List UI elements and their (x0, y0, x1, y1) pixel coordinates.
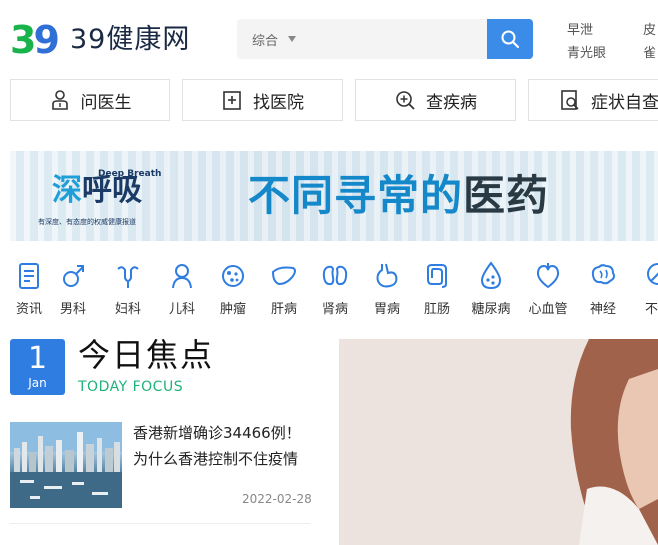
search-input[interactable] (307, 25, 477, 53)
news-date: 2022-02-28 (242, 492, 312, 506)
category-intestine[interactable]: 肛肠 (410, 260, 464, 317)
category-brain[interactable]: 神经 (576, 260, 630, 317)
category-label: 心血管 (528, 302, 568, 317)
male-icon (63, 265, 84, 287)
divider (10, 523, 310, 524)
tumor-icon (222, 265, 244, 287)
diabetes-icon (480, 261, 502, 290)
category-label: 肝病 (270, 302, 297, 317)
nav-label: 找医院 (253, 92, 304, 113)
nav-symptom-check[interactable]: 症状自查 (528, 79, 658, 121)
category-uterus[interactable]: 妇科 (101, 260, 155, 317)
category-stomach[interactable]: 胃病 (360, 260, 414, 317)
category-male[interactable]: 男科 (46, 260, 100, 317)
hot-word-link[interactable]: 雀 (643, 42, 656, 61)
doctor-icon (51, 90, 68, 110)
intestine-icon (427, 264, 447, 288)
search-category-select[interactable]: 综合 (252, 30, 278, 49)
nav-check-disease[interactable]: 查疾病 (355, 79, 516, 121)
nav-ask-doctor[interactable]: 问医生 (10, 79, 170, 121)
search-icon (501, 30, 520, 49)
banner-headline: 不同寻常的医药 (248, 171, 550, 220)
category-label: 肿瘤 (219, 302, 246, 317)
category-tumor[interactable]: 肿瘤 (206, 260, 260, 317)
logo-text: 39健康网 (70, 24, 191, 55)
category-label: 糖尿病 (471, 302, 511, 317)
liver-icon (271, 266, 296, 286)
feature-image[interactable] (339, 339, 658, 545)
chevron-down-icon[interactable] (288, 36, 296, 42)
nav-label: 查疾病 (426, 92, 477, 113)
nav-find-hospital[interactable]: 找医院 (182, 79, 343, 121)
portrait-photo (339, 339, 658, 545)
uterus-icon (117, 266, 139, 288)
stomach-icon (376, 263, 398, 288)
hot-word-link[interactable]: 早泄 (567, 19, 593, 38)
category-label: 神经 (589, 302, 616, 317)
hospital-icon (223, 91, 241, 110)
category-label: 男科 (59, 302, 86, 317)
site-logo[interactable]: 39 39健康网 (10, 18, 195, 62)
nav-label: 症状自查 (591, 92, 658, 113)
child-icon (172, 264, 192, 289)
category-child[interactable]: 儿科 (155, 260, 209, 317)
news-icon (19, 263, 39, 289)
disease-search-icon (396, 91, 415, 110)
heart-icon (536, 263, 560, 289)
category-infertility[interactable]: 不孕 (631, 260, 658, 317)
category-label: 肾病 (321, 302, 348, 317)
banner-tagline: 有深度、有态度的权威健康报道 (38, 218, 136, 226)
search-button[interactable] (487, 19, 533, 59)
city-skyline-image (10, 422, 122, 508)
date-day: 1 (27, 341, 48, 376)
date-badge: 1 Jan (10, 339, 65, 395)
banner-brand-en: Deep Breath (98, 169, 162, 179)
hot-word-link[interactable]: 皮 (643, 19, 656, 38)
date-month: Jan (28, 376, 47, 390)
nav-label: 问医生 (80, 92, 132, 113)
category-kidney[interactable]: 肾病 (308, 260, 362, 317)
category-label: 不孕 (644, 302, 658, 317)
category-label: 胃病 (373, 302, 400, 317)
kidney-icon (322, 265, 348, 286)
category-label: 儿科 (168, 302, 195, 317)
logo-mark: 39 (10, 18, 60, 62)
symptom-check-icon (561, 90, 579, 110)
category-heart[interactable]: 心血管 (521, 260, 575, 317)
hot-word-link[interactable]: 青光眼 (567, 42, 606, 61)
category-label: 妇科 (114, 302, 141, 317)
section-subtitle: TODAY FOCUS (78, 379, 184, 395)
section-title: 今日焦点 (78, 336, 215, 374)
news-thumbnail[interactable] (10, 422, 122, 508)
brain-icon (591, 264, 615, 285)
category-liver[interactable]: 肝病 (257, 260, 311, 317)
category-label: 肛肠 (423, 302, 450, 317)
category-diabetes[interactable]: 糖尿病 (464, 260, 518, 317)
promo-banner[interactable]: 深呼吸 Deep Breath 有深度、有态度的权威健康报道 不同寻常的医药 (10, 151, 658, 241)
infertility-icon (647, 263, 658, 285)
news-headline-link[interactable]: 香港新增确诊34466例！为什么香港控制不住疫情 (133, 420, 313, 472)
